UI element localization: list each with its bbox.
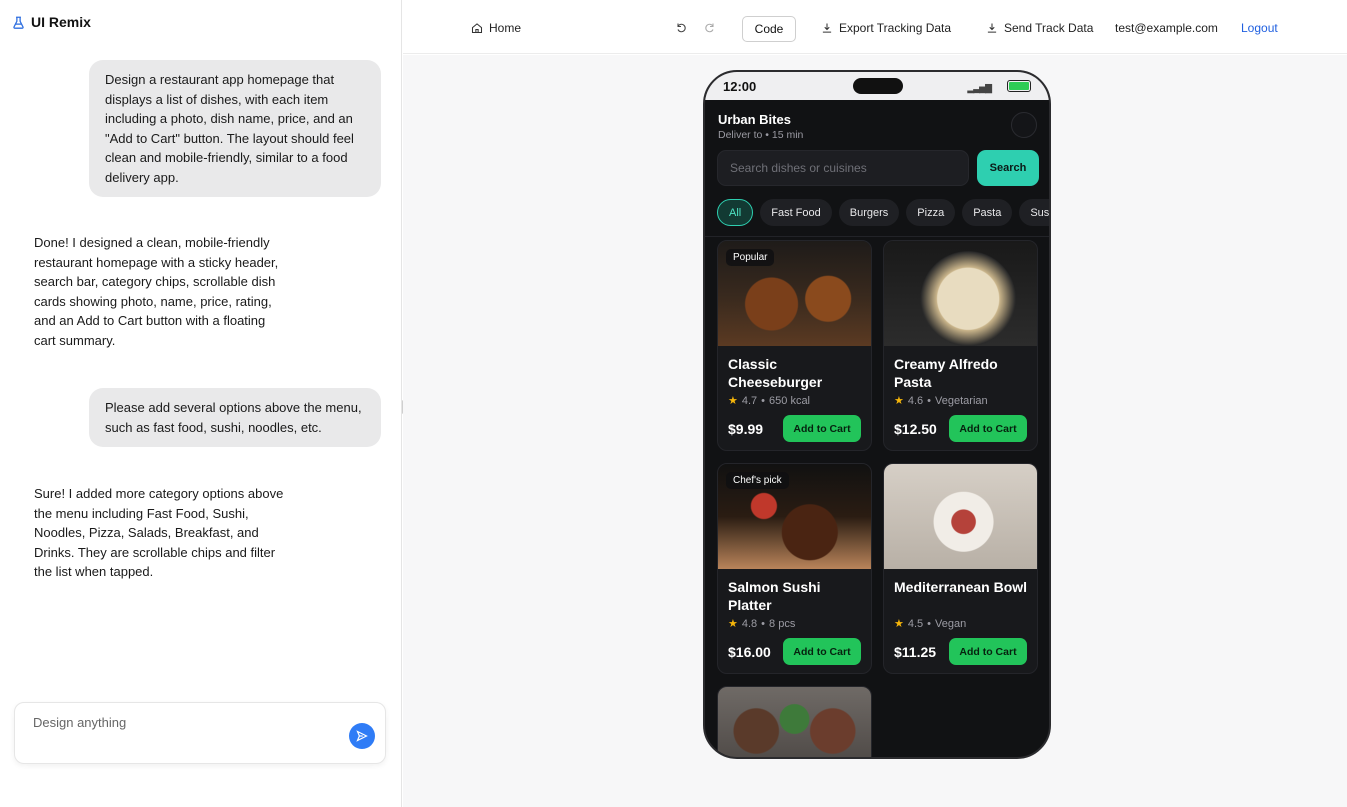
send-track-button[interactable]: Send Track Data bbox=[986, 16, 1093, 40]
send-message-button[interactable] bbox=[349, 723, 375, 749]
chat-message-user: Design a restaurant app homepage that di… bbox=[89, 60, 381, 197]
dish-detail: 650 kcal bbox=[769, 394, 811, 407]
flask-icon bbox=[13, 16, 24, 29]
send-label: Send Track Data bbox=[1004, 21, 1094, 35]
dish-rating: 4.8 bbox=[741, 617, 758, 630]
download-icon bbox=[987, 23, 997, 33]
dot-separator: • bbox=[761, 617, 766, 630]
home-icon bbox=[471, 23, 483, 34]
chip-sushi[interactable]: Sushi bbox=[1019, 199, 1049, 226]
dish-name: Mediterranean Bowl bbox=[894, 579, 1028, 595]
dish-card: Mediterranean Bowl ★ 4.5 • Vegan $11.25 … bbox=[883, 463, 1038, 674]
chip-all[interactable]: All bbox=[717, 199, 754, 226]
home-label: Home bbox=[489, 21, 522, 35]
dish-meta: ★ 4.5 • Vegan bbox=[894, 617, 967, 631]
dish-card: Popular Classic Cheeseburger ★ 4.7 • 650… bbox=[717, 240, 872, 451]
redo-button[interactable] bbox=[704, 16, 716, 40]
export-label: Export Tracking Data bbox=[839, 21, 952, 35]
dish-rating: 4.6 bbox=[907, 394, 924, 407]
dish-card bbox=[717, 686, 872, 757]
dish-tag: Popular bbox=[726, 249, 775, 266]
delivery-info: Deliver to • 15 min bbox=[718, 129, 804, 141]
send-icon bbox=[356, 730, 368, 742]
dish-rating: 4.7 bbox=[741, 394, 758, 407]
logout-link[interactable]: Logout bbox=[1241, 16, 1278, 40]
dish-name: Creamy Alfredo Pasta bbox=[894, 356, 998, 390]
add-to-cart-button[interactable]: Add to Cart bbox=[949, 638, 1027, 665]
dish-card: Chef's pick Salmon Sushi Platter ★ 4.8 •… bbox=[717, 463, 872, 674]
dish-name: Classic Cheeseburger bbox=[728, 356, 823, 390]
dish-card: Creamy Alfredo Pasta ★ 4.6 • Vegetarian … bbox=[883, 240, 1038, 451]
app-header: Urban Bites Deliver to • 15 min bbox=[718, 112, 803, 141]
dynamic-island bbox=[853, 78, 903, 94]
add-to-cart-button[interactable]: Add to Cart bbox=[783, 638, 861, 665]
dish-name: Salmon Sushi Platter bbox=[728, 579, 821, 613]
dish-tag: Chef's pick bbox=[726, 472, 789, 489]
undo-button[interactable] bbox=[675, 16, 687, 40]
dish-detail: 8 pcs bbox=[769, 617, 796, 630]
dish-meta: ★ 4.8 • 8 pcs bbox=[728, 617, 796, 631]
chat-message-user: Please add several options above the men… bbox=[89, 388, 381, 447]
dish-meta: ★ 4.6 • Vegetarian bbox=[894, 394, 988, 408]
dish-photo bbox=[718, 687, 871, 757]
star-icon: ★ bbox=[894, 618, 904, 630]
dish-price: $11.25 bbox=[894, 644, 937, 660]
divider bbox=[705, 236, 1049, 237]
star-icon: ★ bbox=[894, 395, 904, 407]
chat-input[interactable] bbox=[33, 715, 333, 730]
chat-panel: UI Remix Design a restaurant app homepag… bbox=[0, 0, 402, 807]
chat-message-assistant: Done! I designed a clean, mobile-friendl… bbox=[34, 235, 279, 348]
dish-detail: Vegan bbox=[935, 617, 967, 630]
redo-icon bbox=[705, 23, 714, 33]
star-icon: ★ bbox=[728, 395, 738, 407]
dish-price: $16.00 bbox=[728, 644, 771, 660]
category-chips: All Fast Food Burgers Pizza Pasta Sushi bbox=[717, 199, 1049, 229]
dish-price: $9.99 bbox=[728, 421, 764, 437]
top-toolbar: Home Code Export Tracking Data Send Trac… bbox=[403, 0, 1347, 54]
export-tracking-button[interactable]: Export Tracking Data bbox=[821, 16, 951, 40]
brand-name: UI Remix bbox=[31, 14, 91, 30]
chat-message-assistant: Sure! I added more category options abov… bbox=[34, 486, 284, 579]
add-to-cart-button[interactable]: Add to Cart bbox=[949, 415, 1027, 442]
chip-pasta[interactable]: Pasta bbox=[962, 199, 1013, 226]
code-button[interactable]: Code bbox=[742, 16, 796, 42]
undo-icon bbox=[677, 23, 686, 33]
status-time: 12:00 bbox=[723, 79, 757, 94]
search-button[interactable]: Search bbox=[977, 150, 1039, 186]
chat-composer bbox=[14, 702, 386, 764]
dish-price: $12.50 bbox=[894, 421, 937, 437]
dish-photo bbox=[884, 464, 1037, 569]
dish-search-input[interactable] bbox=[718, 151, 968, 185]
avatar[interactable] bbox=[1011, 112, 1037, 138]
dish-detail: Vegetarian bbox=[935, 394, 988, 407]
download-icon bbox=[822, 23, 832, 33]
restaurant-name: Urban Bites bbox=[718, 112, 791, 127]
home-link[interactable]: Home bbox=[471, 16, 521, 40]
dot-separator: • bbox=[927, 394, 932, 407]
dot-separator: • bbox=[761, 394, 766, 407]
signal-icon: ▂▃▅▇ bbox=[967, 83, 992, 93]
chip-burgers[interactable]: Burgers bbox=[838, 199, 900, 226]
dish-photo bbox=[884, 241, 1037, 346]
star-icon: ★ bbox=[728, 618, 738, 630]
chip-fast-food[interactable]: Fast Food bbox=[760, 199, 832, 226]
phone-preview: 12:00 ▂▃▅▇ Urban Bites Deliver to • 15 m… bbox=[703, 70, 1051, 759]
brand[interactable]: UI Remix bbox=[12, 14, 91, 30]
dish-search-box bbox=[717, 150, 969, 186]
dot-separator: • bbox=[927, 617, 932, 630]
dish-rating: 4.5 bbox=[907, 617, 924, 630]
dish-meta: ★ 4.7 • 650 kcal bbox=[728, 394, 811, 408]
status-bar: 12:00 ▂▃▅▇ bbox=[705, 72, 1049, 100]
battery-icon bbox=[1007, 80, 1031, 92]
user-email: test@example.com bbox=[1115, 21, 1218, 35]
add-to-cart-button[interactable]: Add to Cart bbox=[783, 415, 861, 442]
chip-pizza[interactable]: Pizza bbox=[906, 199, 956, 226]
